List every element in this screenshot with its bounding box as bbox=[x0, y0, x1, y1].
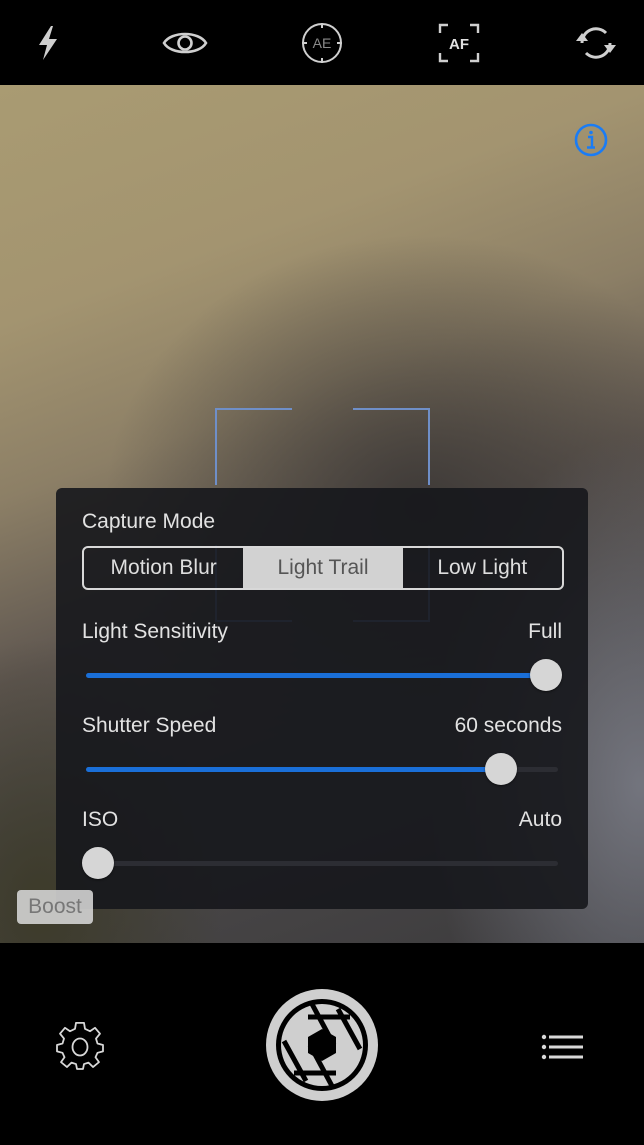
eye-button[interactable] bbox=[161, 20, 209, 66]
settings-button[interactable] bbox=[52, 1019, 108, 1075]
shutter-speed-label: Shutter Speed bbox=[82, 714, 217, 737]
light-sensitivity-slider[interactable] bbox=[86, 659, 562, 691]
capture-mode-panel: Capture Mode Motion Blur Light Trail Low… bbox=[56, 488, 588, 909]
af-lock-button[interactable]: AF bbox=[435, 20, 483, 66]
gear-icon bbox=[56, 1022, 104, 1070]
shutter-aperture-icon bbox=[266, 989, 378, 1101]
top-toolbar: AE AF bbox=[0, 0, 644, 85]
boost-button[interactable]: Boost bbox=[17, 890, 93, 924]
af-label: AF bbox=[449, 36, 469, 53]
switch-camera-button[interactable] bbox=[572, 20, 620, 66]
focus-bracket-top-right bbox=[353, 408, 430, 485]
shutter-speed-value: 60 seconds bbox=[454, 714, 562, 737]
list-icon bbox=[541, 1034, 583, 1060]
light-sensitivity-value: Full bbox=[528, 620, 562, 643]
capture-mode-selector: Motion Blur Light Trail Low Light bbox=[82, 546, 564, 590]
slider-fill bbox=[86, 673, 546, 678]
capture-mode-title: Capture Mode bbox=[82, 510, 216, 533]
bottom-toolbar bbox=[0, 943, 644, 1145]
light-sensitivity-label: Light Sensitivity bbox=[82, 620, 228, 643]
ae-lock-icon: AE bbox=[302, 23, 342, 63]
shutter-button[interactable] bbox=[264, 987, 380, 1103]
flash-icon bbox=[39, 26, 57, 60]
ae-label: AE bbox=[313, 35, 332, 51]
mode-light-trail[interactable]: Light Trail bbox=[243, 548, 403, 588]
slider-thumb[interactable] bbox=[485, 753, 518, 785]
info-button[interactable] bbox=[573, 122, 609, 158]
info-icon bbox=[574, 123, 608, 157]
menu-button[interactable] bbox=[538, 1027, 588, 1067]
slider-thumb[interactable] bbox=[530, 659, 562, 691]
ae-lock-button[interactable]: AE bbox=[298, 20, 346, 66]
iso-label: ISO bbox=[82, 808, 119, 831]
iso-slider[interactable] bbox=[82, 847, 558, 879]
flash-button[interactable] bbox=[24, 20, 72, 66]
shutter-speed-slider[interactable] bbox=[86, 753, 558, 785]
mode-low-light[interactable]: Low Light bbox=[403, 548, 562, 588]
switch-camera-icon bbox=[576, 27, 616, 59]
af-lock-icon: AF bbox=[438, 23, 480, 63]
iso-value: Auto bbox=[518, 808, 562, 831]
mode-motion-blur[interactable]: Motion Blur bbox=[84, 548, 243, 588]
focus-bracket-top-left bbox=[215, 408, 292, 485]
eye-icon bbox=[162, 32, 208, 54]
slider-fill bbox=[86, 767, 502, 772]
slider-thumb[interactable] bbox=[82, 847, 114, 879]
